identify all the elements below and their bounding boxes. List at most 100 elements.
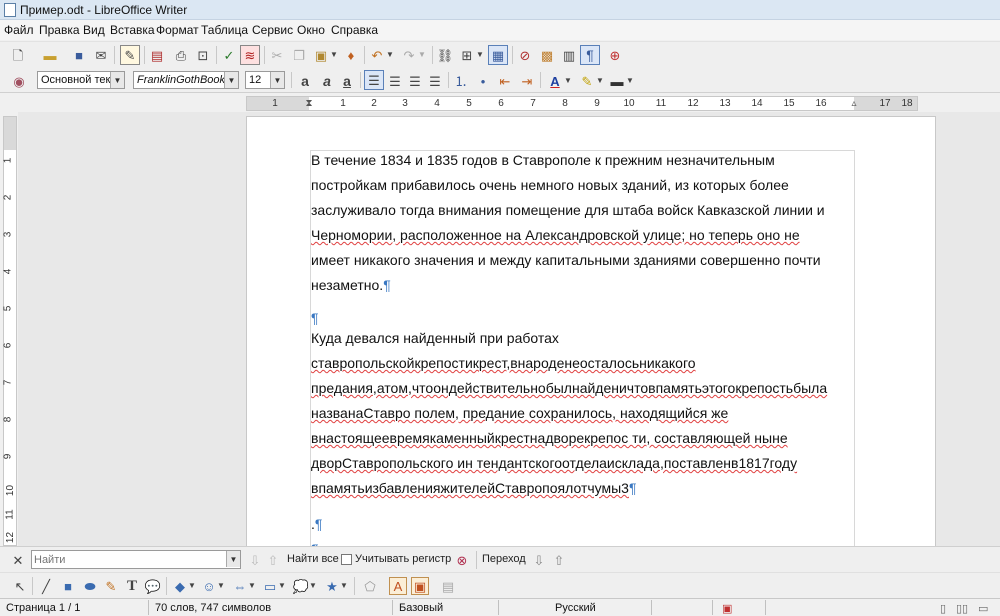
edit-mode-icon[interactable]: ✎ (120, 45, 140, 65)
block-arrows-icon[interactable]: ⇔ (232, 578, 248, 594)
formatting-marks-icon[interactable]: ¶ (580, 45, 600, 65)
flowchart-icon[interactable]: ▭ (262, 578, 278, 594)
document-page[interactable]: В течение 1834 и 1835 годов в Ставрополе… (246, 116, 936, 546)
line-icon[interactable]: ╱ (38, 578, 54, 594)
export-pdf-icon[interactable]: ▤ (148, 46, 166, 64)
menu-format[interactable]: Формат (156, 23, 199, 37)
menu-help[interactable]: Справка (331, 23, 378, 37)
navigate-up-icon[interactable]: ⇧ (551, 552, 567, 568)
open-folder-icon[interactable]: ▬ (40, 46, 60, 64)
navigator-icon[interactable]: ⊘ (516, 46, 534, 64)
font-color-dropdown-icon[interactable]: ▼ (564, 72, 572, 90)
font-size-combo[interactable]: 12 ▼ (245, 71, 285, 89)
find-input[interactable] (34, 552, 224, 567)
highlight-dropdown-icon[interactable]: ▼ (596, 72, 604, 90)
symbol-shapes-icon[interactable]: ☺ (201, 578, 217, 594)
print-icon[interactable]: ⎙ (172, 46, 190, 64)
menu-insert[interactable]: Вставка (110, 23, 155, 37)
table-dropdown-icon[interactable]: ▼ (476, 46, 484, 64)
numbering-icon[interactable]: ⒈ (452, 72, 470, 90)
symbol-shapes-dropdown-icon[interactable]: ▼ (217, 578, 225, 594)
text-box-icon[interactable]: T (124, 578, 140, 594)
menu-window[interactable]: Окно (297, 23, 325, 37)
background-color-icon[interactable]: ▬ (608, 72, 626, 90)
flowchart-dropdown-icon[interactable]: ▼ (278, 578, 286, 594)
help-icon[interactable]: ⊕ (606, 46, 624, 64)
spellcheck-icon[interactable]: ✓ (220, 46, 238, 64)
font-name-combo[interactable]: FranklinGothBookTT ▼ (133, 71, 239, 89)
menu-table[interactable]: Таблица (201, 23, 248, 37)
callouts-icon[interactable]: 💭 (293, 578, 309, 594)
background-color-dropdown-icon[interactable]: ▼ (626, 72, 634, 90)
navigate-down-icon[interactable]: ⇩ (531, 552, 547, 568)
decrease-indent-icon[interactable]: ⇤ (496, 72, 514, 90)
points-icon[interactable]: ⬠ (362, 578, 378, 594)
block-arrows-dropdown-icon[interactable]: ▼ (248, 578, 256, 594)
italic-icon[interactable]: a (318, 72, 336, 90)
multi-page-view-icon[interactable]: ▯▯ (956, 602, 968, 615)
basic-shapes-dropdown-icon[interactable]: ▼ (188, 578, 196, 594)
stars-dropdown-icon[interactable]: ▼ (340, 578, 348, 594)
document-modified-icon[interactable]: ▣ (722, 602, 732, 615)
find-previous-icon[interactable]: ⇩ (248, 552, 262, 568)
freeform-icon[interactable]: ✎ (103, 578, 119, 594)
page-style[interactable]: Базовый (399, 602, 443, 614)
ellipse-icon[interactable]: ⬬ (82, 578, 98, 594)
find-combo[interactable]: ▼ (31, 550, 241, 569)
vertical-ruler[interactable]: 1 2 3 4 5 6 7 8 9 10 11 12 (2, 116, 17, 546)
language-status[interactable]: Русский (555, 602, 596, 614)
undo-icon[interactable]: ↶ (368, 46, 386, 64)
horizontal-ruler[interactable]: 1 ⧗ 1 2 3 4 5 6 7 8 9 10 11 12 13 14 15 … (246, 96, 918, 111)
word-count[interactable]: 70 слов, 747 символов (155, 602, 271, 614)
book-view-icon[interactable]: ▭ (978, 602, 988, 615)
print-preview-icon[interactable]: ⊡ (194, 46, 212, 64)
menu-tools[interactable]: Сервис (252, 23, 293, 37)
cut-icon[interactable]: ✂ (268, 46, 286, 64)
show-draw-functions-icon[interactable]: ▦ (488, 45, 508, 65)
match-case-checkbox[interactable] (341, 554, 352, 565)
chevron-down-icon[interactable]: ▼ (110, 72, 124, 88)
redo-dropdown-icon[interactable]: ▼ (418, 46, 426, 64)
extrusion-icon[interactable]: ▤ (440, 578, 456, 594)
bullets-icon[interactable]: • (474, 72, 492, 90)
close-findbar-icon[interactable]: ✕ (10, 552, 26, 568)
paragraph-style-combo[interactable]: Основной текс ▼ (37, 71, 125, 89)
email-icon[interactable]: ✉ (92, 46, 110, 64)
font-color-icon[interactable]: A (546, 72, 564, 90)
undo-dropdown-icon[interactable]: ▼ (386, 46, 394, 64)
justify-icon[interactable]: ☰ (426, 72, 444, 90)
paste-dropdown-icon[interactable]: ▼ (330, 46, 338, 64)
underline-icon[interactable]: a (338, 72, 356, 90)
styles-icon[interactable]: ◉ (10, 72, 28, 90)
chevron-down-icon[interactable]: ▼ (224, 72, 238, 88)
clone-formatting-icon[interactable]: ♦ (342, 46, 360, 64)
save-icon[interactable]: ■ (70, 46, 88, 64)
paragraph-1[interactable]: В течение 1834 и 1835 годов в Ставрополе… (311, 148, 871, 298)
indent-marker-icon[interactable]: ⧗ (304, 97, 314, 110)
auto-spellcheck-icon[interactable]: ≋ (240, 45, 260, 65)
callout-icon[interactable]: 💬 (145, 578, 161, 594)
chevron-down-icon[interactable]: ▼ (270, 72, 284, 88)
document-canvas[interactable]: В течение 1834 и 1835 годов в Ставрополе… (18, 112, 1000, 546)
align-center-icon[interactable]: ☰ (386, 72, 404, 90)
find-next-icon[interactable]: ⇧ (266, 552, 280, 568)
select-pointer-icon[interactable]: ↖ (12, 578, 28, 594)
bold-icon[interactable]: a (296, 72, 314, 90)
redo-icon[interactable]: ↷ (400, 46, 418, 64)
highlight-icon[interactable]: ✎ (578, 72, 596, 90)
page-count[interactable]: Страница 1 / 1 (6, 602, 80, 614)
align-left-icon[interactable]: ☰ (364, 70, 384, 90)
gallery-icon[interactable]: ▩ (538, 46, 556, 64)
menu-edit[interactable]: Правка (39, 23, 80, 37)
fontwork-gallery-icon[interactable]: A (389, 577, 407, 595)
from-file-icon[interactable]: ▣ (411, 577, 429, 595)
hyperlink-icon[interactable]: ⛓ (436, 46, 454, 64)
chevron-down-icon[interactable]: ▼ (226, 551, 240, 567)
new-document-icon[interactable]: 🗋 (8, 46, 28, 64)
menu-view[interactable]: Вид (83, 23, 105, 37)
align-right-icon[interactable]: ☰ (406, 72, 424, 90)
increase-indent-icon[interactable]: ⇥ (518, 72, 536, 90)
data-sources-icon[interactable]: ▥ (560, 46, 578, 64)
table-icon[interactable]: ⊞ (458, 46, 476, 64)
rectangle-icon[interactable]: ■ (60, 578, 76, 594)
